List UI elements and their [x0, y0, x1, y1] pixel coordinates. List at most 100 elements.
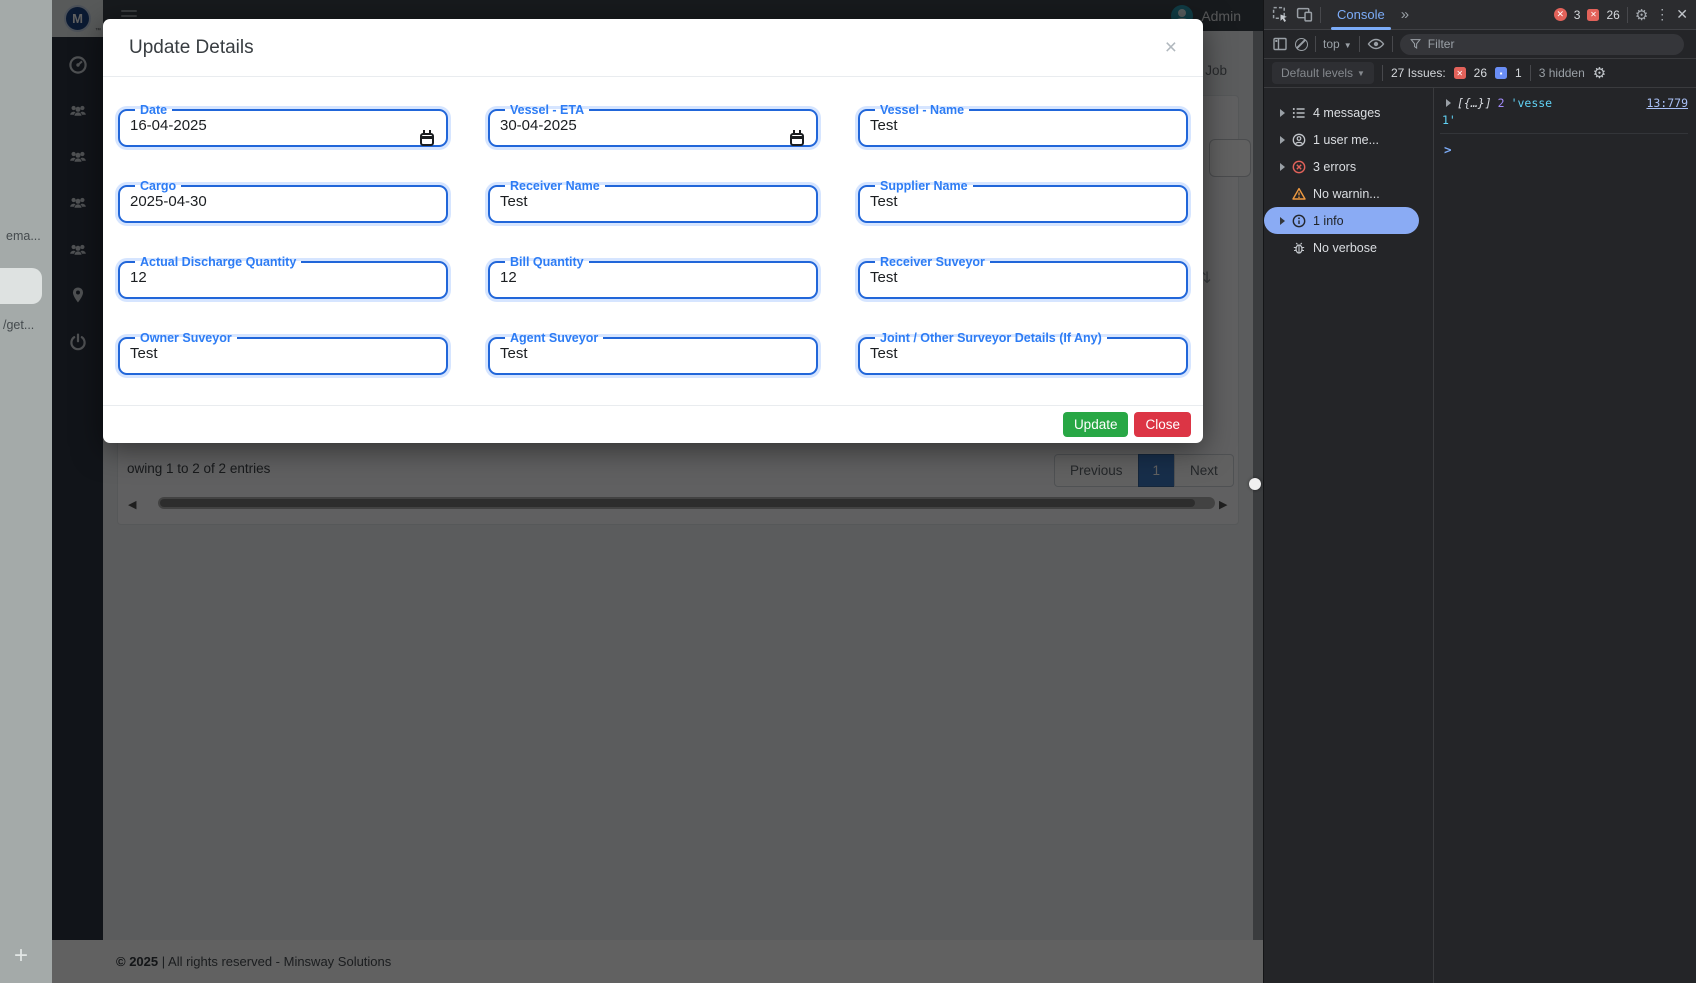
modal-body: Date Vessel - ETA Vessel - Name Cargo Re… — [103, 77, 1203, 375]
filter-label: No warnin... — [1313, 187, 1380, 201]
console-sidebar-toggle-icon[interactable] — [1272, 36, 1288, 52]
inspect-element-icon[interactable] — [1272, 6, 1289, 23]
field-label: Actual Discharge Quantity — [135, 255, 301, 269]
field-vessel-name: Vessel - Name — [858, 103, 1188, 147]
field-vessel-eta: Vessel - ETA — [488, 103, 818, 147]
supplier-name-input[interactable] — [870, 193, 1176, 210]
list-icon — [1292, 106, 1306, 120]
console-filter-errors[interactable]: 3 errors — [1264, 153, 1433, 180]
actual-discharge-quantity-input[interactable] — [130, 269, 436, 286]
console-prompt-chevron-icon[interactable]: > — [1440, 134, 1688, 157]
field-owner-surveyor: Owner Suveyor — [118, 331, 448, 375]
update-button[interactable]: Update — [1063, 412, 1129, 437]
field-label: Joint / Other Surveyor Details (If Any) — [875, 331, 1107, 345]
filter-input[interactable] — [1428, 37, 1674, 51]
kebab-menu-icon[interactable]: ⋮ — [1655, 6, 1669, 23]
verbose-bug-icon — [1292, 241, 1306, 255]
field-receiver-surveyor: Receiver Suveyor — [858, 255, 1188, 299]
issues-info-icon: ▪ — [1495, 67, 1507, 79]
issues-badge-icon[interactable]: ✕ — [1587, 9, 1599, 21]
context-selector[interactable]: top▼ — [1323, 37, 1352, 51]
expand-object-arrow-icon[interactable] — [1446, 99, 1451, 107]
field-date: Date — [118, 103, 448, 147]
info-icon — [1292, 214, 1306, 228]
filter-box[interactable] — [1400, 34, 1684, 55]
console-filter-all-messages[interactable]: 4 messages — [1264, 99, 1433, 126]
source-location-link[interactable]: 13:779 — [1646, 96, 1688, 110]
field-label: Vessel - ETA — [505, 103, 589, 117]
console-filter-verbose[interactable]: No verbose — [1264, 234, 1433, 261]
calendar-icon[interactable] — [790, 133, 804, 146]
message-count: 26 — [1606, 8, 1619, 22]
devtools-close-icon[interactable]: ✕ — [1676, 6, 1688, 23]
eye-icon[interactable] — [1367, 37, 1385, 51]
console-filter-warnings[interactable]: No warnin... — [1264, 180, 1433, 207]
devtools-tabbar: Console » ✕ 3 ✕ 26 ⚙ ⋮ ✕ — [1264, 0, 1696, 30]
issues-label[interactable]: 27 Issues: — [1391, 66, 1446, 80]
field-cargo: Cargo — [118, 179, 448, 223]
clear-console-icon[interactable] — [1295, 38, 1308, 51]
funnel-filter-icon — [1410, 38, 1421, 50]
device-toolbar-icon[interactable] — [1296, 6, 1313, 23]
issues-info-count: 1 — [1515, 66, 1522, 80]
expand-arrow-icon[interactable] — [1280, 217, 1285, 225]
cargo-input[interactable] — [130, 193, 436, 210]
vessel-eta-input[interactable] — [500, 117, 780, 134]
console-log-entry: [{…}] 2 'vesse 13:779 1' — [1440, 96, 1688, 134]
field-bill-quantity: Bill Quantity — [488, 255, 818, 299]
log-levels-dropdown[interactable]: Default levels▼ — [1272, 62, 1374, 84]
screen: ema... /get... + M ™ — [0, 0, 1696, 983]
hidden-messages-label[interactable]: 3 hidden — [1539, 66, 1585, 80]
expand-arrow-placeholder — [1280, 190, 1285, 198]
expand-arrow-icon[interactable] — [1280, 136, 1285, 144]
field-label: Owner Suveyor — [135, 331, 237, 345]
filter-label: 1 user me... — [1313, 133, 1379, 147]
vessel-name-input[interactable] — [870, 117, 1176, 134]
new-tab-plus-icon[interactable]: + — [14, 942, 28, 970]
field-label: Cargo — [135, 179, 181, 193]
calendar-icon[interactable] — [420, 133, 434, 146]
console-log-area: [{…}] 2 'vesse 13:779 1' > — [1434, 88, 1696, 983]
field-label: Receiver Suveyor — [875, 255, 990, 269]
devtools-panel: Console » ✕ 3 ✕ 26 ⚙ ⋮ ✕ top▼ — [1263, 0, 1696, 983]
tab-console[interactable]: Console — [1328, 0, 1394, 30]
modal-header: Update Details × — [103, 19, 1203, 77]
clipped-white-panel — [0, 268, 42, 304]
console-filter-info[interactable]: 1 info — [1264, 207, 1419, 234]
filter-label: 4 messages — [1313, 106, 1380, 120]
background-window-strip: ema... /get... + — [0, 0, 52, 983]
modal-title: Update Details — [129, 37, 254, 59]
expand-arrow-placeholder — [1280, 244, 1285, 252]
settings-gear-icon[interactable]: ⚙ — [1635, 6, 1648, 24]
field-actual-discharge-quantity: Actual Discharge Quantity — [118, 255, 448, 299]
field-label: Vessel - Name — [875, 103, 969, 117]
receiver-name-input[interactable] — [500, 193, 806, 210]
console-content: 4 messages 1 user me... 3 errors No warn… — [1264, 88, 1696, 983]
close-button[interactable]: Close — [1134, 412, 1191, 437]
logged-string-part2: 1' — [1440, 113, 1688, 127]
date-input[interactable] — [130, 117, 410, 134]
console-settings-gear-icon[interactable]: ⚙ — [1593, 64, 1606, 82]
expand-arrow-icon[interactable] — [1280, 109, 1285, 117]
filter-label: 1 info — [1313, 214, 1344, 228]
field-receiver-name: Receiver Name — [488, 179, 818, 223]
modal-close-icon[interactable]: × — [1165, 37, 1177, 58]
expand-arrow-icon[interactable] — [1280, 163, 1285, 171]
console-filter-user-messages[interactable]: 1 user me... — [1264, 126, 1433, 153]
owner-surveyor-input[interactable] — [130, 345, 436, 362]
field-agent-surveyor: Agent Suveyor — [488, 331, 818, 375]
error-badge-icon[interactable]: ✕ — [1554, 8, 1567, 21]
joint-other-surveyor-input[interactable] — [870, 345, 1176, 362]
error-count: 3 — [1574, 8, 1581, 22]
more-tabs-icon[interactable]: » — [1401, 6, 1408, 23]
modal-footer: Update Close — [103, 405, 1203, 443]
agent-surveyor-input[interactable] — [500, 345, 806, 362]
filter-label: 3 errors — [1313, 160, 1356, 174]
issues-messages-icon: ✕ — [1454, 67, 1466, 79]
warning-icon — [1292, 187, 1306, 201]
bill-quantity-input[interactable] — [500, 269, 806, 286]
clipped-text-top: ema... — [6, 229, 41, 243]
array-preview[interactable]: [{…}] — [1457, 96, 1492, 110]
logged-string-part1: 'vesse — [1511, 96, 1553, 110]
receiver-surveyor-input[interactable] — [870, 269, 1176, 286]
